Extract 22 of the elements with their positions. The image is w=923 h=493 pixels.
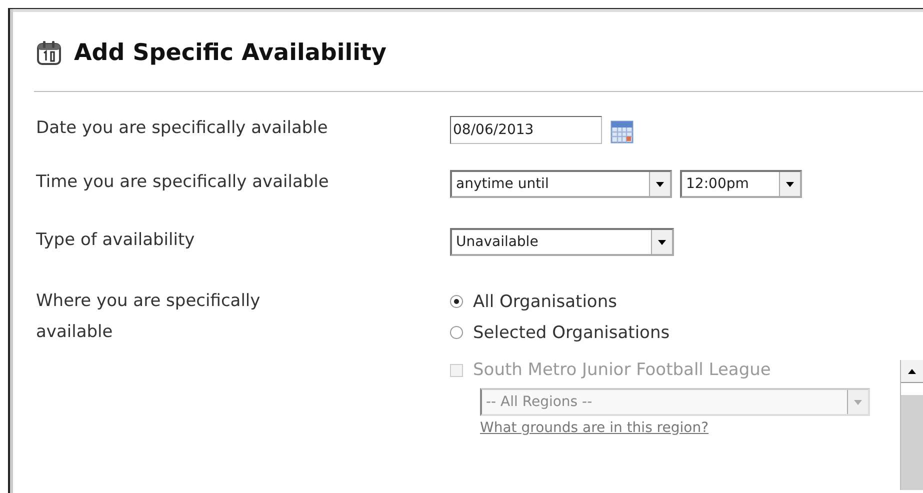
up-arrow-icon [908, 368, 916, 374]
dropdown[interactable]: Unavailable [450, 228, 674, 256]
caret-icon [854, 400, 862, 404]
page-title: Add Specific Availability [74, 40, 386, 66]
radio-label: Selected Organisations [473, 322, 670, 342]
dropdown[interactable]: 12:00pm [680, 170, 802, 198]
calendar-icon[interactable] [610, 120, 634, 144]
field-label: Type of availability [36, 229, 196, 252]
radio-button[interactable] [450, 326, 463, 339]
radio-label: All Organisations [473, 292, 617, 312]
organisation-label: South Metro Junior Football League [473, 360, 771, 380]
field-label: Date you are specifically available [36, 117, 329, 140]
caret-icon [658, 240, 666, 244]
field-label: Where you are specifically available [36, 290, 262, 344]
caret-icon [786, 182, 794, 186]
caret-icon [656, 182, 664, 186]
date-field[interactable]: 08/06/2013 [450, 116, 602, 144]
scrollbar[interactable] [900, 360, 923, 490]
dropdown[interactable]: anytime until [450, 170, 672, 198]
calendar-icon [36, 40, 62, 66]
radio-button[interactable] [450, 295, 463, 308]
field-label: Time you are specifically available [36, 171, 330, 194]
